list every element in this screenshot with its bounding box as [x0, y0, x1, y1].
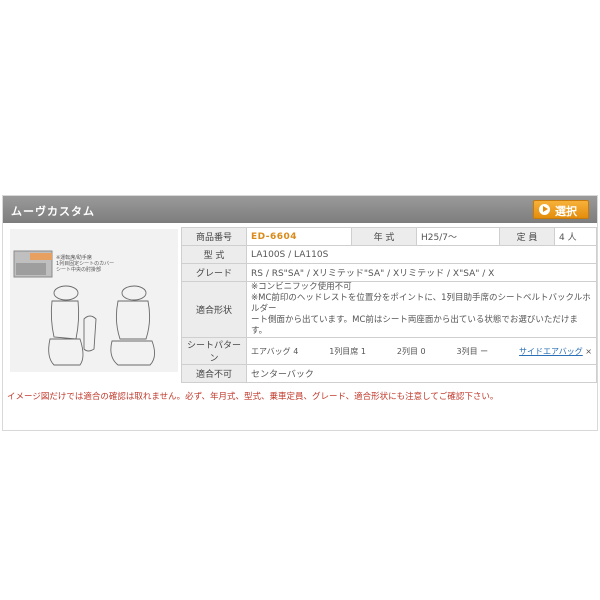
image-caption-2: 1列目固定シートのカバー	[56, 260, 114, 267]
product-no: ED-6604	[251, 231, 298, 242]
year-value: H25/7～	[416, 227, 500, 246]
model-label: 型 式	[181, 245, 247, 264]
seat-pattern-label: シートパターン	[181, 337, 247, 365]
capacity-label: 定 員	[499, 227, 555, 246]
fit-line-1: ※コンビニフック使用不可	[251, 282, 352, 292]
panel-title: ムーヴカスタム	[11, 205, 95, 218]
grade-value: RS / RS"SA" / Xリミテッド"SA" / Xリミテッド / X"SA…	[246, 263, 597, 282]
model-value: LA100S / LA110S	[246, 245, 597, 264]
spec-row-fit: 適合形状 ※コンビニフック使用不可 ※MC前印のヘッドレストを位置分をポイントに…	[181, 281, 597, 338]
product-no-cell: ED-6604	[246, 227, 352, 246]
seat-pattern-cell: エアバッグ 4 1列目席 1 2列目 0 3列目 ー サイドエアバッグ ×	[246, 337, 597, 365]
fit-line-3: ート側面から出ています。MC前はシート両座面から出ている状態でお選びいただけます…	[251, 315, 578, 336]
play-icon	[539, 204, 550, 215]
spec-row-seat: シートパターン エアバッグ 4 1列目席 1 2列目 0 3列目 ー サイドエア…	[181, 337, 597, 365]
image-caption-3: シート中央の肘掛部	[56, 266, 101, 273]
fit-description: ※コンビニフック使用不可 ※MC前印のヘッドレストを位置分をポイントに、1列目助…	[246, 281, 597, 338]
seat-pattern-2: 1列目席 1	[329, 346, 366, 356]
ng-label: 適合不可	[181, 364, 247, 383]
capacity-value: 4 人	[554, 227, 597, 246]
select-button-label: 選択	[555, 205, 577, 218]
seat-layout-image: ※運転席/助手席 1列目固定シートのカバー シート中央の肘掛部	[10, 229, 178, 372]
image-caption-1: ※運転席/助手席	[56, 254, 92, 261]
spec-row-grade: グレード RS / RS"SA" / Xリミテッド"SA" / Xリミテッド /…	[181, 263, 597, 282]
side-airbag-link[interactable]: サイドエアバッグ	[519, 347, 583, 356]
seat-pattern-4: 3列目 ー	[456, 346, 489, 356]
seat-pattern-3: 2列目 0	[396, 346, 426, 356]
ng-value: センターバック	[246, 364, 597, 383]
year-label: 年 式	[351, 227, 417, 246]
fit-line-2: ※MC前印のヘッドレストを位置分をポイントに、1列目助手席のシートベルトバックル…	[251, 293, 591, 314]
product-no-label: 商品番号	[181, 227, 247, 246]
seat-diagram-icon: ※運転席/助手席 1列目固定シートのカバー シート中央の肘掛部	[13, 250, 155, 366]
spec-row-ng: 適合不可 センターバック	[181, 364, 597, 383]
spec-row-product: 商品番号 ED-6604 年 式 H25/7～ 定 員 4 人	[181, 227, 597, 246]
seat-pattern-1: エアバッグ 4	[251, 346, 299, 356]
product-panel: ムーヴカスタム 選択 ※運転席/助手席 1列目固定シートのカバー シート中央の肘…	[2, 195, 598, 431]
grade-label: グレード	[181, 263, 247, 282]
fit-notice: イメージ図だけでは適合の確認は取れません。必ず、年月式、型式、乗車定員、グレード…	[7, 392, 499, 402]
side-airbag-mark: ×	[585, 346, 592, 356]
fit-label: 適合形状	[181, 281, 247, 338]
spec-table: 商品番号 ED-6604 年 式 H25/7～ 定 員 4 人 型 式 LA10…	[181, 227, 597, 383]
select-button[interactable]: 選択	[533, 200, 589, 219]
panel-titlebar: ムーヴカスタム 選択	[3, 196, 597, 223]
spec-row-model: 型 式 LA100S / LA110S	[181, 245, 597, 264]
